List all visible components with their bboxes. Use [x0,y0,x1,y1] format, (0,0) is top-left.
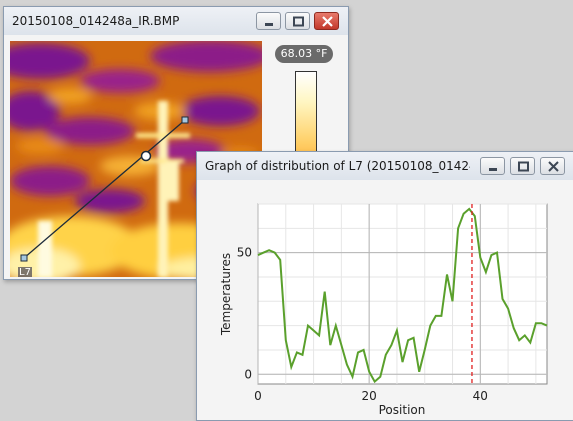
image-window-titlebar[interactable]: 20150108_014248a_IR.BMP [4,7,348,35]
minimize-button[interactable] [256,12,281,30]
close-icon [322,16,333,27]
line-label: L7 [18,267,32,277]
graph-window: Graph of distribution of L7 (20150108_01… [196,151,573,421]
minimize-icon [489,168,497,171]
maximize-icon [293,16,304,27]
x-tick-label: 0 [254,389,262,403]
x-tick-label: 20 [362,389,377,403]
maximize-button[interactable] [510,157,535,175]
y-tick-label: 50 [237,246,252,260]
temperature-readout: 68.03 °F [275,45,333,63]
image-window-title: 20150108_014248a_IR.BMP [12,14,180,28]
x-axis-label: Position [379,403,426,417]
close-button[interactable] [540,157,565,175]
graph-window-title: Graph of distribution of L7 (20150108_01… [205,159,470,173]
y-tick-label: 0 [244,367,252,381]
y-axis-label: Temperatures [219,253,233,336]
minimize-icon [265,23,273,26]
x-tick-label: 40 [473,389,488,403]
maximize-icon [518,161,529,172]
close-button[interactable] [314,12,339,30]
distribution-chart: 0 20 40 0 50 Position Temperatures [197,182,571,418]
maximize-button[interactable] [285,12,310,30]
graph-window-titlebar[interactable]: Graph of distribution of L7 (20150108_01… [197,152,573,180]
minimize-button[interactable] [480,157,505,175]
close-icon [548,161,559,172]
